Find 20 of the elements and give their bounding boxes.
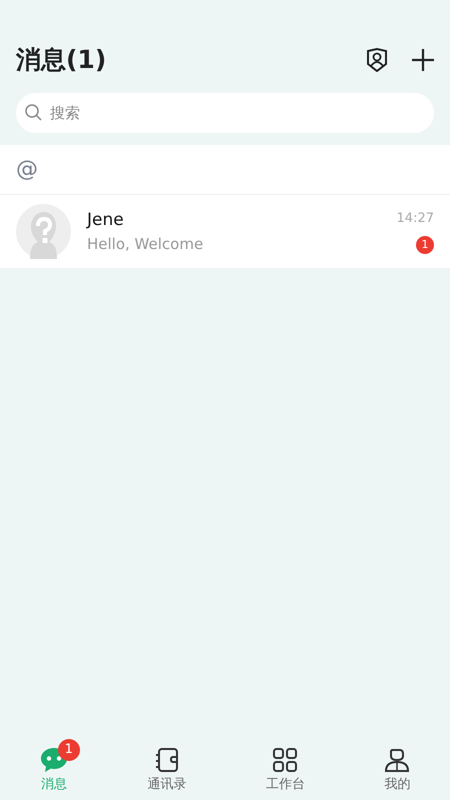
address-book-icon [154, 746, 180, 772]
page-title: 消息(1) [16, 44, 106, 76]
avatar-icon [16, 204, 71, 259]
grid-icon [272, 746, 298, 772]
tab[interactable]: 消息 1 [18, 738, 90, 794]
search-field[interactable]: 搜索 [16, 93, 434, 133]
mention-icon[interactable]: @ [16, 153, 38, 186]
conversation-row[interactable]: Jene Hello, Welcome 14:27 1 [0, 195, 450, 268]
unread-badge: 1 [58, 738, 80, 760]
message-time: 14:27 [396, 210, 434, 228]
person-icon [384, 746, 410, 772]
search-icon [25, 104, 42, 121]
tab[interactable]: 通讯录 [125, 738, 208, 794]
tab[interactable]: 我的 [362, 738, 432, 794]
contact-name: Jene [87, 208, 125, 232]
unread-count: 1 [416, 236, 434, 254]
message-preview: Hello, Welcome [87, 234, 204, 255]
shield-user-icon[interactable] [366, 48, 388, 72]
add-icon[interactable] [412, 49, 434, 71]
tab[interactable]: 工作台 [244, 738, 327, 794]
